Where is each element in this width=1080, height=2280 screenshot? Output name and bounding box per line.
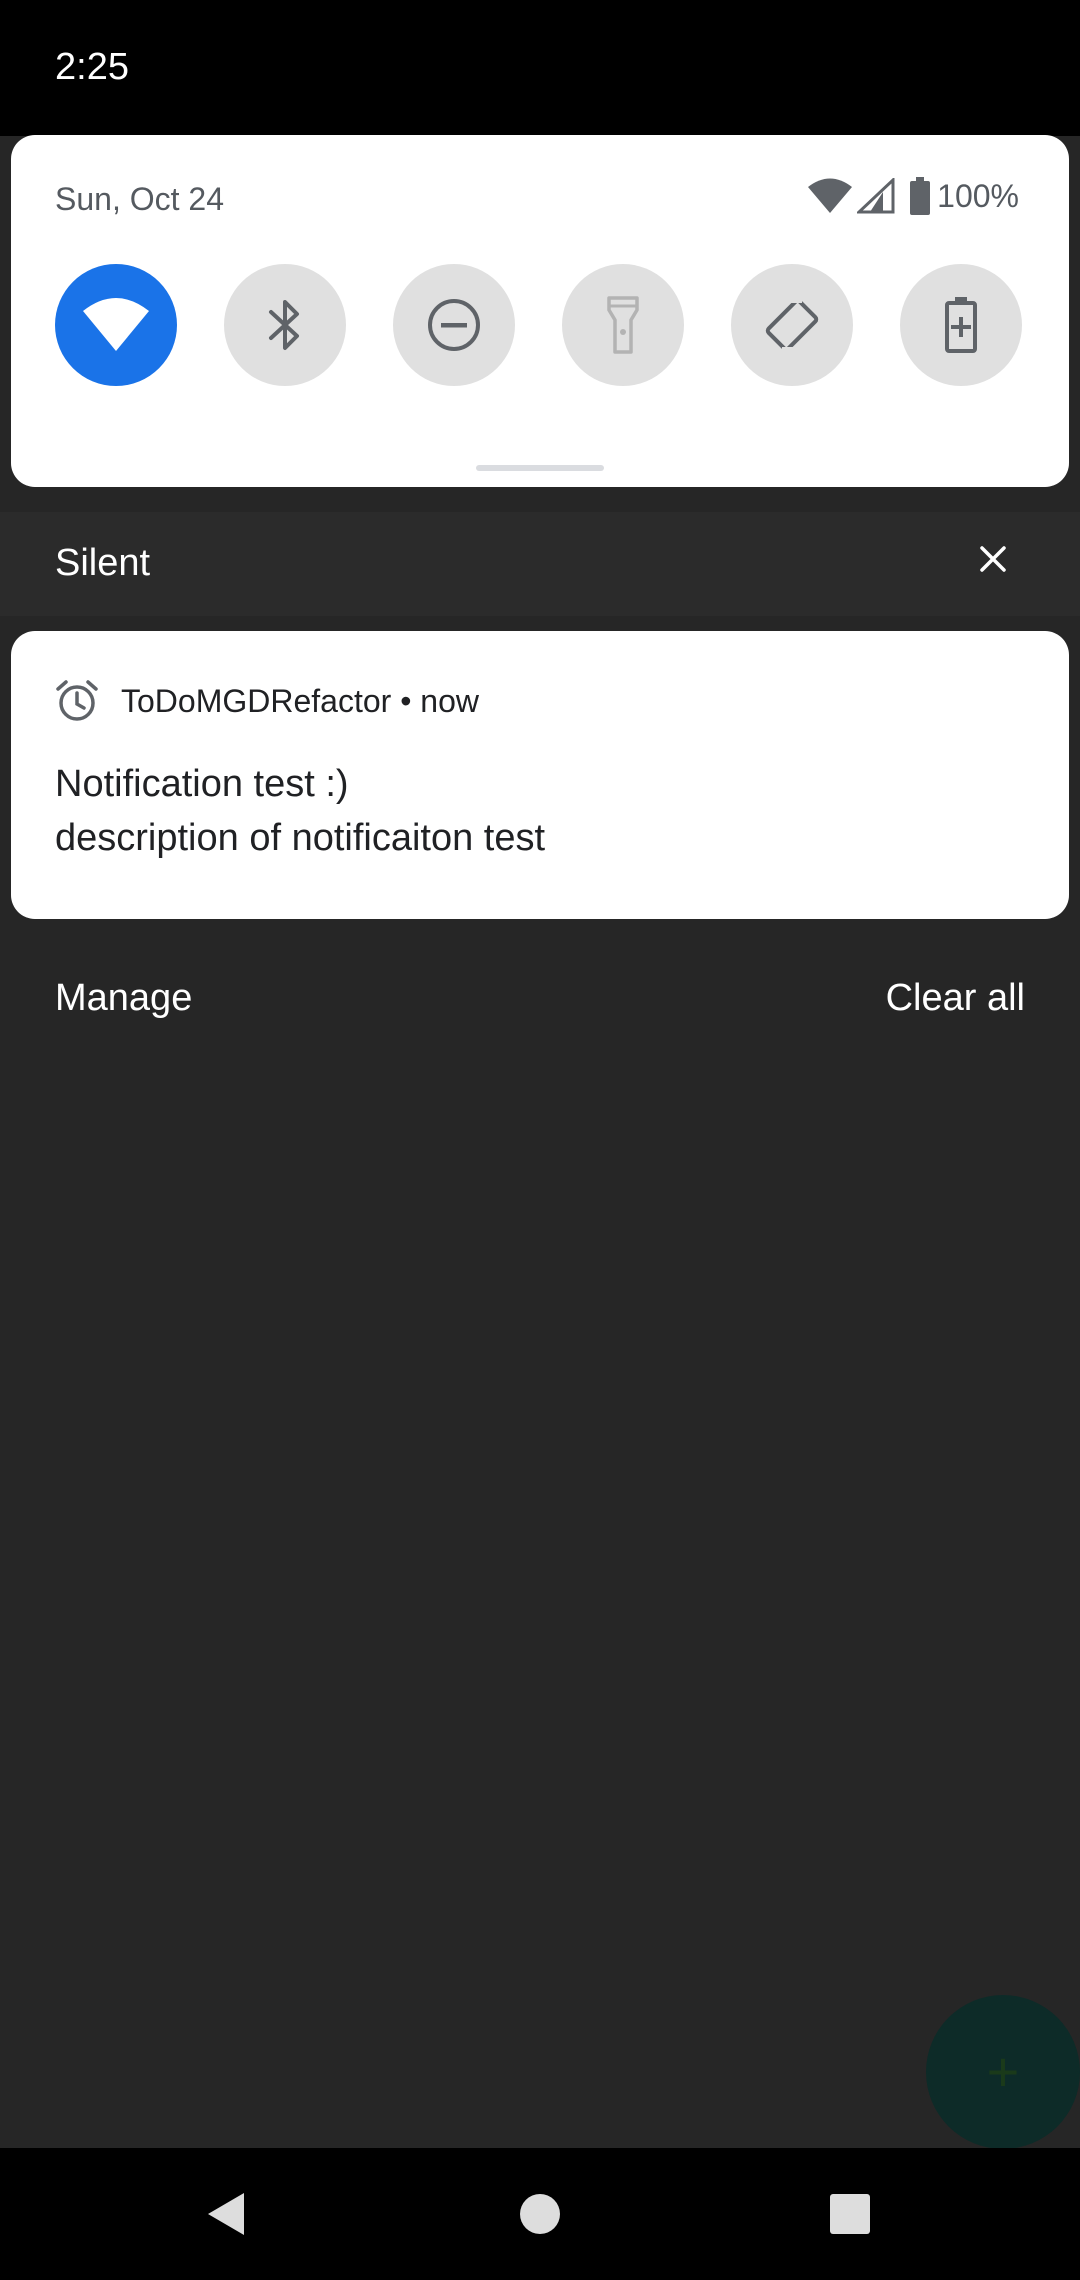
battery-saver-icon [943,295,979,355]
silent-label: Silent [55,542,151,584]
tile-wifi[interactable] [55,264,177,386]
navigation-bar [0,2148,1080,2280]
status-bar: 2:25 [0,0,1080,136]
qs-date[interactable]: Sun, Oct 24 [55,181,224,218]
qs-drag-handle[interactable] [476,465,604,471]
tile-auto-rotate[interactable] [731,264,853,386]
tile-flashlight[interactable] [562,264,684,386]
flashlight-icon [603,294,643,356]
battery-percent: 100% [937,177,1019,214]
quick-settings-panel[interactable]: Sun, Oct 24 100% [11,135,1069,487]
nav-recents-button[interactable] [810,2176,890,2256]
qs-tiles [55,264,1035,386]
wifi-signal-icon [807,178,853,214]
do-not-disturb-icon [425,296,483,354]
nav-home-button[interactable] [500,2176,580,2256]
wifi-icon [81,297,151,353]
qs-status-icons: 100% [807,177,1019,215]
tile-bluetooth[interactable] [224,264,346,386]
close-icon [979,545,1007,578]
auto-rotate-icon [762,295,822,355]
notification-text: description of notificaiton test [55,817,546,859]
bluetooth-icon [265,296,305,354]
silent-close-button[interactable] [966,534,1020,588]
notification-title: Notification test :) [55,763,349,805]
clear-all-button[interactable]: Clear all [886,977,1025,1020]
alarm-icon [55,679,99,723]
notification-header: ToDoMGDRefactor • now [121,683,479,719]
tile-do-not-disturb[interactable] [393,264,515,386]
cell-signal-icon [857,178,895,214]
manage-button[interactable]: Manage [55,977,192,1020]
nav-back-button[interactable] [186,2176,266,2256]
tile-battery-saver[interactable] [900,264,1022,386]
silent-section-header: Silent [0,512,1080,616]
recents-icon [829,2193,871,2240]
back-icon [204,2190,248,2243]
battery-icon [909,177,931,215]
plus-icon: + [986,2040,1020,2103]
status-time: 2:25 [55,46,129,88]
add-fab-button[interactable]: + [926,1995,1080,2149]
home-icon [519,2193,561,2240]
notification-card[interactable]: ToDoMGDRefactor • now Notification test … [11,631,1069,919]
